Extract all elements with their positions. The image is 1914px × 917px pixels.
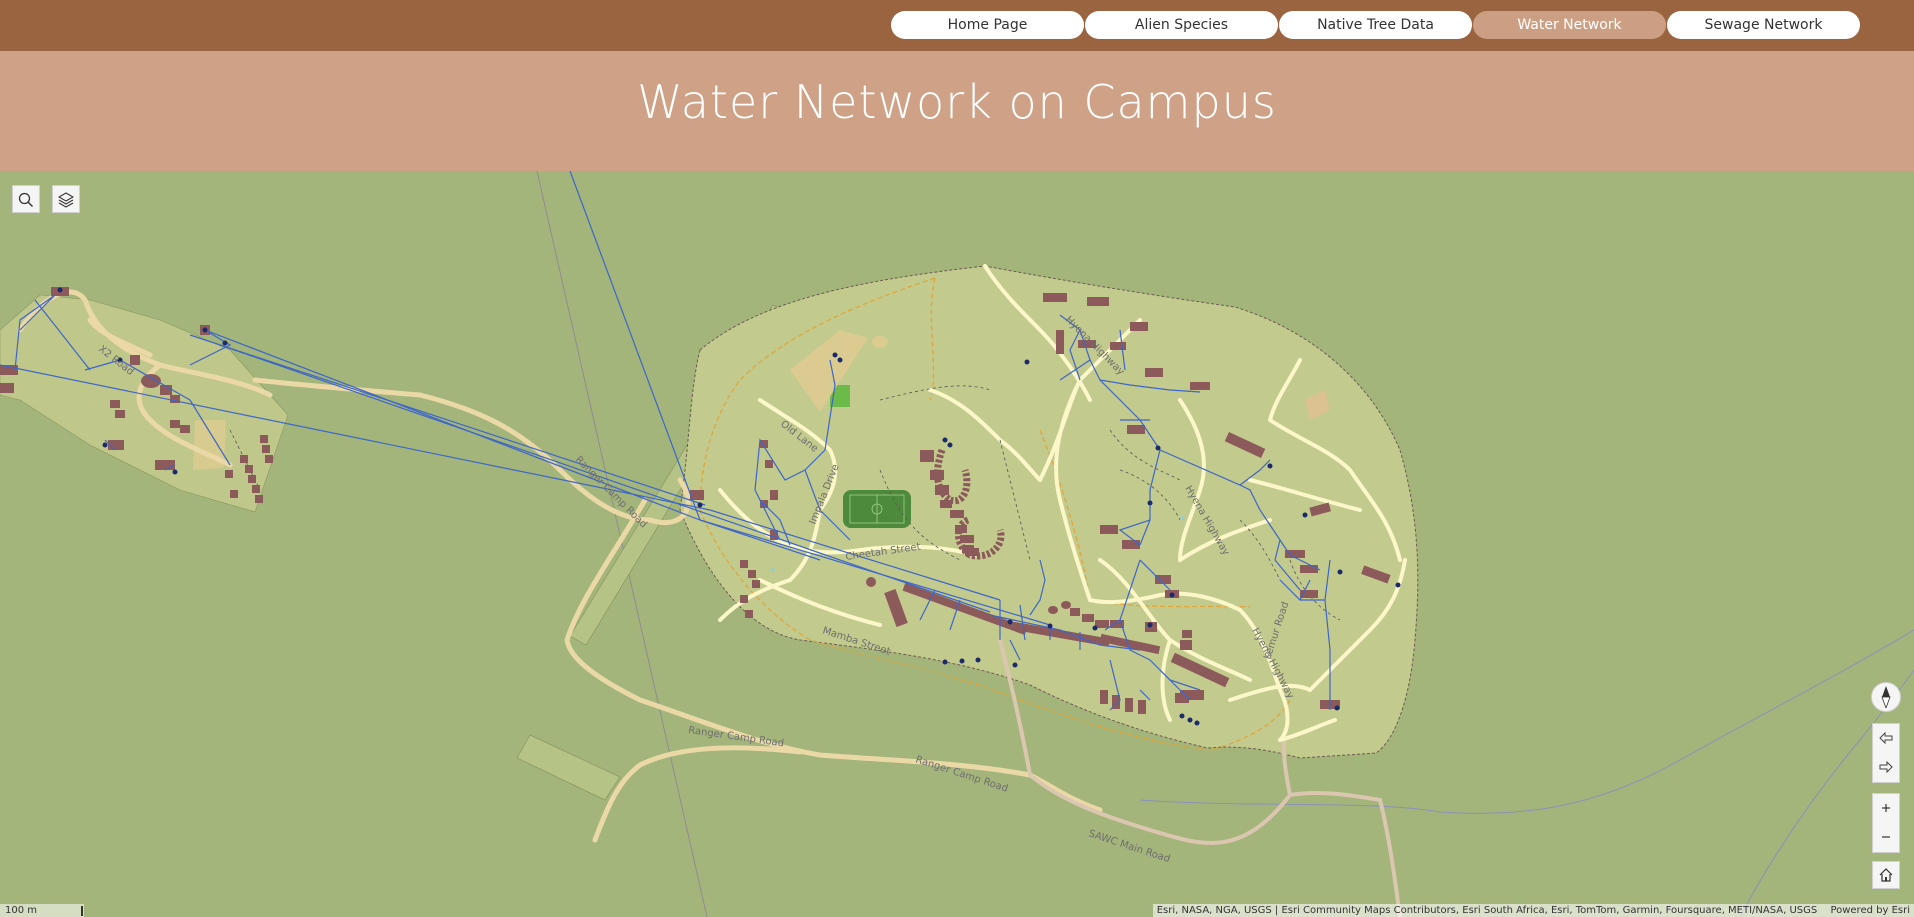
page-title: Water Network on Campus — [637, 75, 1277, 129]
attribution-text[interactable]: Esri, NASA, NGA, USGS | Esri Community M… — [1157, 905, 1818, 916]
power-line — [536, 171, 708, 917]
nav-tab-water-network[interactable]: Water Network — [1473, 11, 1666, 39]
airstrip-south — [516, 734, 621, 801]
zoom-out-button[interactable] — [1873, 823, 1899, 852]
minus-icon — [1882, 836, 1890, 838]
arrow-left-icon — [1879, 732, 1893, 744]
view-history-group — [1872, 723, 1900, 783]
plus-icon — [1882, 804, 1890, 812]
map-attribution: Esri, NASA, NGA, USGS | Esri Community M… — [1152, 904, 1914, 917]
road-label-ranger-camp-road-east: Ranger Camp Road — [914, 754, 1009, 794]
powered-by-esri[interactable]: Powered by Esri — [1830, 905, 1910, 916]
top-nav-bar: Home Page Alien Species Native Tree Data… — [0, 0, 1914, 51]
previous-view-button[interactable] — [1873, 724, 1899, 753]
nav-tab-alien-species[interactable]: Alien Species — [1085, 11, 1278, 39]
search-icon — [18, 192, 33, 207]
home-view-button[interactable] — [1872, 861, 1900, 889]
west-camp-area — [0, 294, 289, 513]
scale-bar: 100 m — [0, 904, 84, 917]
basemap: Old Lane Impala Drive Cheetah Street Mam… — [0, 171, 1914, 917]
scale-tick — [81, 906, 83, 916]
layers-icon — [58, 192, 74, 208]
home-icon — [1879, 868, 1893, 882]
map-layers-button[interactable] — [52, 185, 80, 213]
map-view[interactable]: Old Lane Impala Drive Cheetah Street Mam… — [0, 171, 1914, 917]
zoom-in-button[interactable] — [1873, 794, 1899, 823]
compass-button[interactable] — [1871, 682, 1901, 712]
nav-tab-home-page[interactable]: Home Page — [891, 11, 1084, 39]
scale-label: 100 m — [5, 905, 38, 916]
compass-icon — [1881, 686, 1891, 708]
map-search-button[interactable] — [12, 185, 40, 213]
arrow-right-icon — [1879, 761, 1893, 773]
nav-tab-sewage-network[interactable]: Sewage Network — [1667, 11, 1860, 39]
page-header: Water Network on Campus — [0, 51, 1914, 171]
nav-tab-native-tree-data[interactable]: Native Tree Data — [1279, 11, 1472, 39]
zoom-controls — [1872, 793, 1900, 853]
next-view-button[interactable] — [1873, 753, 1899, 782]
